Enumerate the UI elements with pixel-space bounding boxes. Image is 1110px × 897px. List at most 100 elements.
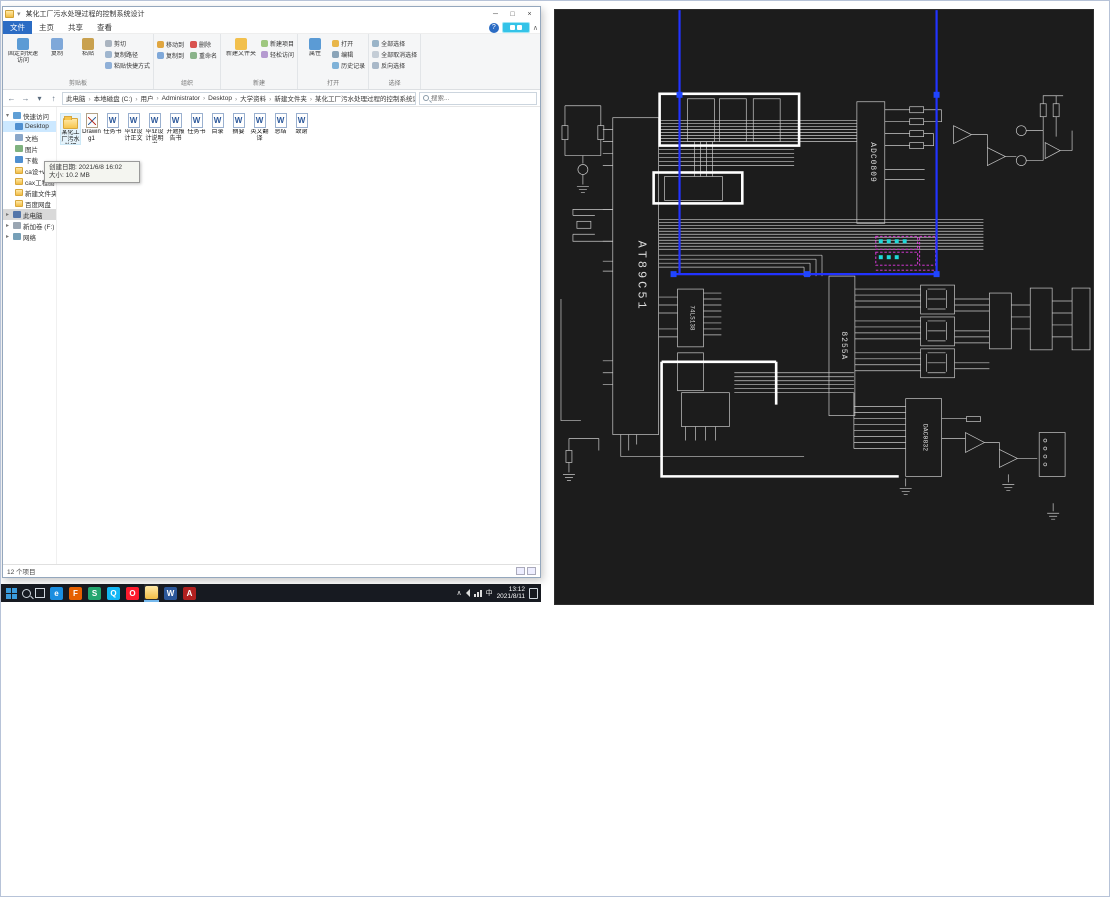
breadcrumb-segment[interactable]: 某化工厂污水处理过程的控制系统设计	[307, 93, 415, 103]
file-item-folder[interactable]: 某化工厂污水处理	[60, 113, 81, 145]
chevron-right-icon[interactable]: ▸	[6, 222, 11, 229]
edit-button[interactable]: 编辑	[332, 50, 365, 59]
file-item-doc[interactable]: W 毕业设计说明书	[144, 113, 165, 143]
file-item-doc[interactable]: W 摘要	[228, 113, 249, 136]
taskbar-icon-qq[interactable]: Q	[107, 586, 120, 600]
taskbar-icon-firefox[interactable]: F	[69, 586, 82, 600]
sidebar-item-pictures[interactable]: 图片	[3, 143, 56, 154]
breadcrumb-segment[interactable]: 用户	[132, 93, 153, 103]
sidebar-item-folder-3[interactable]: 新建文件夹	[3, 187, 56, 198]
titlebar[interactable]: ▾ 某化工厂污水处理过程的控制系统设计 ─ □ ×	[3, 7, 540, 21]
back-icon[interactable]: ←	[6, 94, 17, 103]
ime-indicator[interactable]: 中	[486, 588, 493, 598]
cad-window[interactable]: AT89C51 ADC0809 8255A 74LS138 DAC0832	[554, 9, 1094, 605]
copy-to-button[interactable]: 复制到	[157, 51, 184, 60]
file-item-doc[interactable]: W 毕业设计正文	[123, 113, 144, 143]
search-input[interactable]	[431, 94, 533, 102]
maximize-button[interactable]: □	[504, 8, 521, 21]
tab-share[interactable]: 共享	[61, 21, 90, 34]
properties-button[interactable]: 属性	[301, 36, 329, 58]
notification-center-icon[interactable]	[529, 587, 538, 599]
thumbnails-view-icon[interactable]	[527, 567, 536, 575]
file-item-doc[interactable]: W 英文翻译	[249, 113, 270, 143]
sidebar-item-network[interactable]: ▸ 网络	[3, 231, 56, 242]
word-file-icon: W	[295, 113, 308, 128]
taskbar-icon-opera[interactable]: O	[126, 586, 139, 600]
taskbar-icon-autocad[interactable]: A	[183, 586, 196, 600]
file-item-doc[interactable]: W 任务书	[102, 113, 123, 136]
cut-button[interactable]: 剪切	[105, 39, 150, 48]
up-icon[interactable]: ↑	[48, 94, 59, 103]
volume-icon[interactable]	[465, 589, 470, 597]
taskbar-icon-edge[interactable]: e	[50, 586, 63, 600]
invert-selection-button[interactable]: 反向选择	[372, 61, 417, 70]
rename-button[interactable]: 重命名	[190, 51, 217, 60]
chevron-right-icon[interactable]: ▸	[6, 211, 11, 218]
file-item-doc[interactable]: W 开题报告书	[165, 113, 186, 143]
breadcrumb-segment[interactable]: Administrator	[153, 95, 200, 102]
sidebar-item-quick-access[interactable]: ▾ 快速访问	[3, 110, 56, 121]
paste-shortcut-icon	[105, 62, 112, 69]
window-title: 某化工厂污水处理过程的控制系统设计	[25, 11, 145, 18]
tray-expand-icon[interactable]: ∧	[456, 589, 461, 597]
copy-path-button[interactable]: 复制路径	[105, 50, 150, 59]
search-box[interactable]	[419, 91, 537, 105]
folder-icon	[15, 178, 23, 185]
sidebar-item-this-pc[interactable]: ▸ 此电脑	[3, 209, 56, 220]
taskbar-search-icon[interactable]	[22, 588, 31, 598]
help-icon[interactable]: ?	[488, 22, 499, 33]
start-button[interactable]	[4, 587, 18, 599]
taskbar-icon-green-app[interactable]: S	[88, 586, 101, 600]
taskbar-icon-word[interactable]: W	[164, 586, 177, 600]
copy-button[interactable]: 复制	[43, 36, 71, 58]
ribbon-collapse-icon[interactable]: ∧	[533, 24, 538, 32]
breadcrumb[interactable]: 此电脑 本地磁盘 (C:) 用户 Administrator Desktop 大…	[62, 91, 416, 105]
tab-home[interactable]: 主页	[32, 21, 61, 34]
new-item-button[interactable]: 新建项目	[261, 39, 294, 48]
history-button[interactable]: 历史记录	[332, 61, 365, 70]
breadcrumb-segment[interactable]: 此电脑	[66, 93, 86, 103]
breadcrumb-segment[interactable]: 大学资料	[232, 93, 266, 103]
chevron-right-icon[interactable]: ▸	[6, 233, 11, 240]
details-view-icon[interactable]	[516, 567, 525, 575]
file-item-drawing[interactable]: Drawing1	[81, 113, 102, 143]
sidebar-item-drive-f[interactable]: ▸ 新加卷 (F:)	[3, 220, 56, 231]
breadcrumb-segment[interactable]: Desktop	[200, 95, 232, 102]
ribbon: 固定到快速访问 复制 粘贴 剪切 复制路径 粘贴快捷方式 剪贴板 移动到 删除 …	[3, 34, 540, 90]
minimize-button[interactable]: ─	[487, 8, 504, 21]
close-button[interactable]: ×	[521, 8, 538, 21]
forward-icon[interactable]: →	[20, 94, 31, 103]
quick-access-toolbar-arrow[interactable]: ▾	[17, 10, 21, 18]
breadcrumb-segment[interactable]: 新建文件夹	[266, 93, 307, 103]
taskbar-icon-file-explorer[interactable]	[145, 585, 158, 599]
move-to-button[interactable]: 移动到	[157, 40, 184, 49]
select-none-button[interactable]: 全部取消选择	[372, 50, 417, 59]
breadcrumb-segment[interactable]: 本地磁盘 (C:)	[86, 93, 133, 103]
paste-button[interactable]: 粘贴	[74, 36, 102, 58]
pin-to-quick-access-button[interactable]: 固定到快速访问	[6, 36, 40, 64]
file-item-doc[interactable]: W 目录	[207, 113, 228, 136]
tab-file[interactable]: 文件	[3, 20, 32, 34]
paste-shortcut-button[interactable]: 粘贴快捷方式	[105, 61, 150, 70]
network-icon[interactable]	[473, 589, 482, 597]
task-view-icon[interactable]	[35, 588, 45, 598]
open-button[interactable]: 打开	[332, 39, 365, 48]
capture-badge[interactable]	[501, 22, 530, 33]
sidebar-item-desktop[interactable]: Desktop	[3, 121, 56, 132]
tab-view[interactable]: 查看	[90, 21, 119, 34]
sidebar-item-folder-4[interactable]: 百度网盘	[3, 198, 56, 209]
easy-access-button[interactable]: 轻松访问	[261, 50, 294, 59]
delete-button[interactable]: 删除	[190, 40, 217, 49]
easy-access-icon	[261, 51, 269, 58]
file-item-doc[interactable]: W 任务书	[186, 113, 207, 136]
word-file-icon: W	[169, 113, 182, 128]
chevron-down-icon[interactable]: ▾	[6, 112, 11, 119]
select-all-button[interactable]: 全部选择	[372, 39, 417, 48]
taskbar-clock[interactable]: 13:12 2021/8/11	[497, 586, 525, 601]
file-item-doc[interactable]: W 总结	[270, 113, 291, 136]
sidebar-item-documents[interactable]: 文档	[3, 132, 56, 143]
item-count: 12 个项目	[7, 569, 36, 576]
new-folder-button[interactable]: 新建文件夹	[224, 36, 258, 58]
file-item-doc[interactable]: W 致谢	[291, 113, 312, 136]
history-dropdown-icon[interactable]: ▾	[34, 94, 45, 103]
